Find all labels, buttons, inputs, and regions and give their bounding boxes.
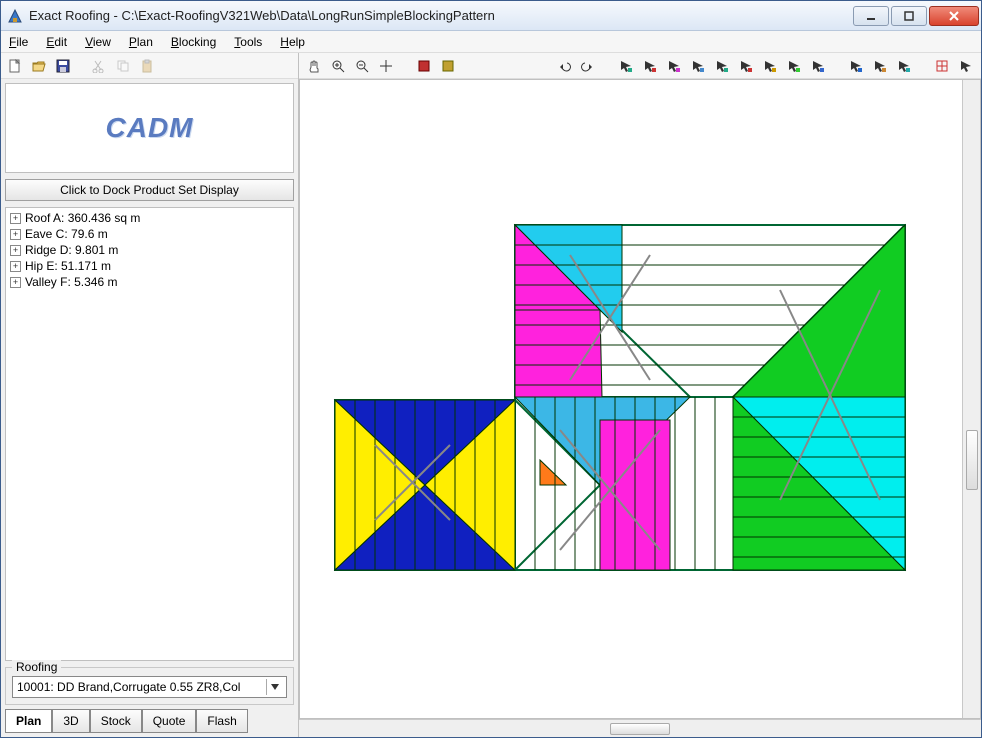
arrow-tool-icon[interactable] [869, 55, 891, 77]
arrow-tool-icon[interactable] [687, 55, 709, 77]
crosshair-icon[interactable] [375, 55, 397, 77]
roofing-legend: Roofing [12, 660, 61, 674]
logo-box: CADM [5, 83, 294, 173]
roof-plan-svg [300, 80, 960, 719]
tab-quote[interactable]: Quote [142, 709, 197, 733]
menu-blocking[interactable]: Blocking [171, 35, 216, 49]
tree-item-eave[interactable]: +Eave C: 79.6 m [10, 226, 289, 242]
open-icon[interactable] [29, 56, 49, 76]
window-title: Exact Roofing - C:\Exact-RoofingV321Web\… [29, 8, 853, 23]
canvas-toolbar [299, 53, 981, 79]
zoom-out-icon[interactable] [351, 55, 373, 77]
vertical-scrollbar[interactable] [962, 80, 980, 718]
horizontal-scrollbar[interactable] [299, 719, 981, 737]
right-pane [299, 53, 981, 737]
paste-icon[interactable] [137, 56, 157, 76]
dock-product-set-button[interactable]: Click to Dock Product Set Display [5, 179, 294, 201]
chevron-down-icon[interactable] [266, 679, 282, 695]
arrow-tool-icon[interactable] [759, 55, 781, 77]
menu-edit[interactable]: Edit [46, 35, 67, 49]
tab-plan[interactable]: Plan [5, 709, 52, 733]
menu-tools[interactable]: Tools [234, 35, 262, 49]
measurement-tree[interactable]: +Roof A: 360.436 sq m +Eave C: 79.6 m +R… [5, 207, 294, 661]
tab-flash[interactable]: Flash [196, 709, 247, 733]
menubar: File Edit View Plan Blocking Tools Help [1, 31, 981, 53]
arrow-tool-icon[interactable] [711, 55, 733, 77]
menu-file[interactable]: File [9, 35, 28, 49]
scroll-thumb[interactable] [610, 723, 670, 735]
content-area: CADM Click to Dock Product Set Display +… [1, 53, 981, 737]
zoom-in-icon[interactable] [327, 55, 349, 77]
window-buttons [853, 6, 979, 26]
minimize-button[interactable] [853, 6, 889, 26]
arrow-tool-icon[interactable] [783, 55, 805, 77]
tool-icon[interactable] [437, 55, 459, 77]
expand-icon[interactable]: + [10, 245, 21, 256]
scroll-thumb[interactable] [966, 430, 978, 490]
left-pane: CADM Click to Dock Product Set Display +… [1, 53, 299, 737]
menu-help[interactable]: Help [280, 35, 305, 49]
arrow-tool-icon[interactable] [845, 55, 867, 77]
app-window: Exact Roofing - C:\Exact-RoofingV321Web\… [0, 0, 982, 738]
copy-icon[interactable] [113, 56, 133, 76]
titlebar: Exact Roofing - C:\Exact-RoofingV321Web\… [1, 1, 981, 31]
save-icon[interactable] [53, 56, 73, 76]
arrow-tool-icon[interactable] [663, 55, 685, 77]
arrow-tool-icon[interactable] [639, 55, 661, 77]
roofing-group: Roofing 10001: DD Brand,Corrugate 0.55 Z… [5, 667, 294, 705]
grid-icon[interactable] [931, 55, 953, 77]
new-icon[interactable] [5, 56, 25, 76]
tool-icon[interactable] [413, 55, 435, 77]
tree-item-hip[interactable]: +Hip E: 51.171 m [10, 258, 289, 274]
left-toolbar [1, 53, 298, 79]
arrow-tool-icon[interactable] [807, 55, 829, 77]
logo-text: CADM [106, 112, 194, 144]
close-button[interactable] [929, 6, 979, 26]
toolbar-separator [77, 56, 85, 76]
roofing-select[interactable]: 10001: DD Brand,Corrugate 0.55 ZR8,Col [12, 676, 287, 698]
bottom-tabs: Plan 3D Stock Quote Flash [5, 709, 294, 733]
expand-icon[interactable]: + [10, 229, 21, 240]
arrow-tool-icon[interactable] [955, 55, 977, 77]
arrow-tool-icon[interactable] [735, 55, 757, 77]
tree-item-roof[interactable]: +Roof A: 360.436 sq m [10, 210, 289, 226]
roofing-value: 10001: DD Brand,Corrugate 0.55 ZR8,Col [17, 680, 240, 694]
undo-icon[interactable] [553, 55, 575, 77]
app-icon [7, 8, 23, 24]
menu-view[interactable]: View [85, 35, 111, 49]
expand-icon[interactable]: + [10, 277, 21, 288]
tree-item-ridge[interactable]: +Ridge D: 9.801 m [10, 242, 289, 258]
arrow-tool-icon[interactable] [893, 55, 915, 77]
expand-icon[interactable]: + [10, 213, 21, 224]
tree-item-valley[interactable]: +Valley F: 5.346 m [10, 274, 289, 290]
maximize-button[interactable] [891, 6, 927, 26]
expand-icon[interactable]: + [10, 261, 21, 272]
hand-icon[interactable] [303, 55, 325, 77]
arrow-tool-icon[interactable] [615, 55, 637, 77]
tab-stock[interactable]: Stock [90, 709, 142, 733]
canvas[interactable] [299, 79, 981, 719]
redo-icon[interactable] [577, 55, 599, 77]
tab-3d[interactable]: 3D [52, 709, 89, 733]
cut-icon[interactable] [89, 56, 109, 76]
menu-plan[interactable]: Plan [129, 35, 153, 49]
